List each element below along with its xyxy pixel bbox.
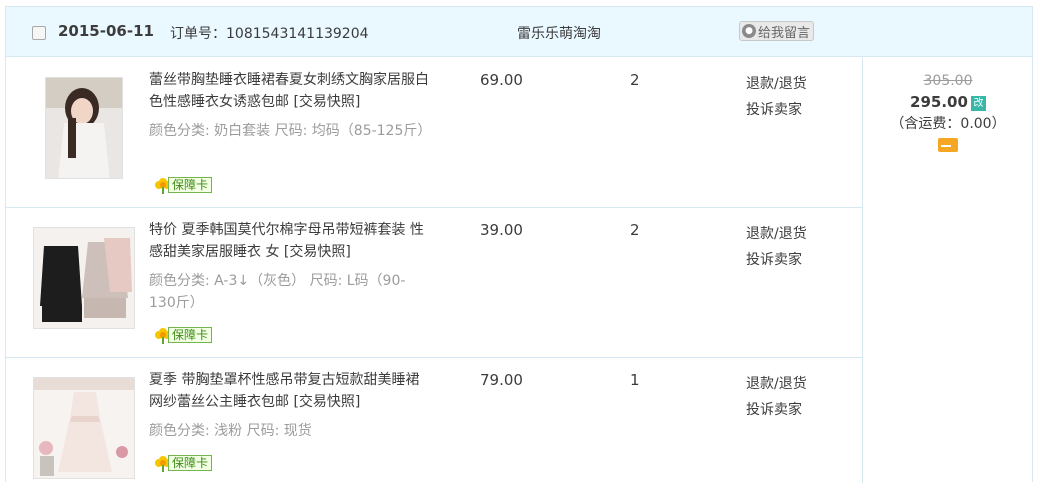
product-title: 夏季 带胸垫罩杯性感吊带复古短款甜美睡裙网纱蕾丝公主睡衣包邮 [交易快照] — [149, 369, 429, 413]
list-item: 特价 夏季韩国莫代尔棉字母吊带短裤套装 性感甜美家居服睡衣 女 [交易快照] 颜… — [6, 208, 863, 358]
product-sku: 颜色分类: 奶白套装 尺码: 均码（85-125斤） — [149, 123, 432, 139]
paid-price: 295.00 改 — [864, 91, 1032, 113]
guarantee-badge[interactable]: 保障卡 — [154, 176, 213, 194]
order-date: 2015-06-11 — [58, 22, 154, 40]
product-title-link[interactable]: 夏季 带胸垫罩杯性感吊带复古短款甜美睡裙网纱蕾丝公主睡衣包邮 — [149, 372, 419, 410]
list-item: 夏季 带胸垫罩杯性感吊带复古短款甜美睡裙网纱蕾丝公主睡衣包邮 [交易快照] 颜色… — [6, 358, 863, 483]
item-actions: 退款/退货 投诉卖家 — [746, 71, 807, 123]
shop-name-link[interactable]: 雷乐乐萌淘淘 — [517, 23, 601, 43]
message-button-label: 给我留言 — [758, 25, 811, 41]
product-title: 蕾丝带胸垫睡衣睡裙春夏女刺绣文胸家居服白色性感睡衣女诱惑包邮 [交易快照] — [149, 69, 429, 113]
message-button[interactable]: ● 给我留言 — [739, 21, 815, 41]
order-number-value: 1081543141139204 — [226, 26, 369, 42]
guarantee-label: 保障卡 — [168, 455, 213, 471]
order-card: 2015-06-11 订单号：1081543141139204 雷乐乐萌淘淘 ●… — [5, 6, 1033, 483]
product-image[interactable] — [33, 227, 135, 329]
item-actions: 退款/退货 投诉卖家 — [746, 371, 807, 423]
shipping-fee: （含运费：0.00） — [890, 116, 1006, 132]
original-price: 305.00 — [923, 73, 973, 89]
product-sku: 颜色分类: 浅粉 尺码: 现货 — [149, 423, 312, 439]
product-sku: 颜色分类: A-3↓（灰色） 尺码: L码（90-130斤） — [149, 273, 406, 311]
complain-link[interactable]: 投诉卖家 — [746, 397, 807, 423]
complain-link[interactable]: 投诉卖家 — [746, 97, 807, 123]
unit-price: 69.00 — [480, 71, 523, 89]
order-total: 305.00 295.00 改 （含运费：0.00） — [864, 58, 1032, 483]
snapshot-link[interactable]: [交易快照] — [284, 244, 351, 260]
snapshot-link[interactable]: [交易快照] — [293, 394, 360, 410]
refund-link[interactable]: 退款/退货 — [746, 371, 807, 397]
guarantee-badge[interactable]: 保障卡 — [154, 454, 213, 472]
quantity: 2 — [630, 221, 640, 239]
order-number: 订单号：1081543141139204 — [170, 23, 369, 43]
product-image[interactable] — [33, 377, 135, 479]
product-title-link[interactable]: 蕾丝带胸垫睡衣睡裙春夏女刺绣文胸家居服白色性感睡衣女诱惑包邮 — [149, 72, 429, 110]
item-actions: 退款/退货 投诉卖家 — [746, 221, 807, 273]
order-body: 蕾丝带胸垫睡衣睡裙春夏女刺绣文胸家居服白色性感睡衣女诱惑包邮 [交易快照] 颜色… — [6, 58, 1032, 483]
unit-price: 79.00 — [480, 371, 523, 389]
guarantee-badge[interactable]: 保障卡 — [154, 326, 213, 344]
unit-price: 39.00 — [480, 221, 523, 239]
quantity: 1 — [630, 371, 640, 389]
order-number-label: 订单号： — [170, 26, 226, 42]
price-changed-icon: 改 — [970, 96, 986, 111]
product-image[interactable] — [45, 77, 123, 179]
product-title: 特价 夏季韩国莫代尔棉字母吊带短裤套装 性感甜美家居服睡衣 女 [交易快照] — [149, 219, 429, 263]
quantity: 2 — [630, 71, 640, 89]
guarantee-label: 保障卡 — [168, 327, 213, 343]
snapshot-link[interactable]: [交易快照] — [293, 94, 360, 110]
order-checkbox[interactable] — [32, 26, 46, 40]
item-list: 蕾丝带胸垫睡衣睡裙春夏女刺绣文胸家居服白色性感睡衣女诱惑包邮 [交易快照] 颜色… — [6, 58, 863, 483]
credit-card-icon[interactable] — [938, 138, 958, 152]
complain-link[interactable]: 投诉卖家 — [746, 247, 807, 273]
paid-price-value: 295.00 — [910, 93, 968, 111]
list-item: 蕾丝带胸垫睡衣睡裙春夏女刺绣文胸家居服白色性感睡衣女诱惑包邮 [交易快照] 颜色… — [6, 58, 863, 208]
guarantee-label: 保障卡 — [168, 177, 213, 193]
refund-link[interactable]: 退款/退货 — [746, 221, 807, 247]
order-header: 2015-06-11 订单号：1081543141139204 雷乐乐萌淘淘 ●… — [6, 7, 1032, 57]
message-icon: ● — [742, 24, 756, 38]
refund-link[interactable]: 退款/退货 — [746, 71, 807, 97]
